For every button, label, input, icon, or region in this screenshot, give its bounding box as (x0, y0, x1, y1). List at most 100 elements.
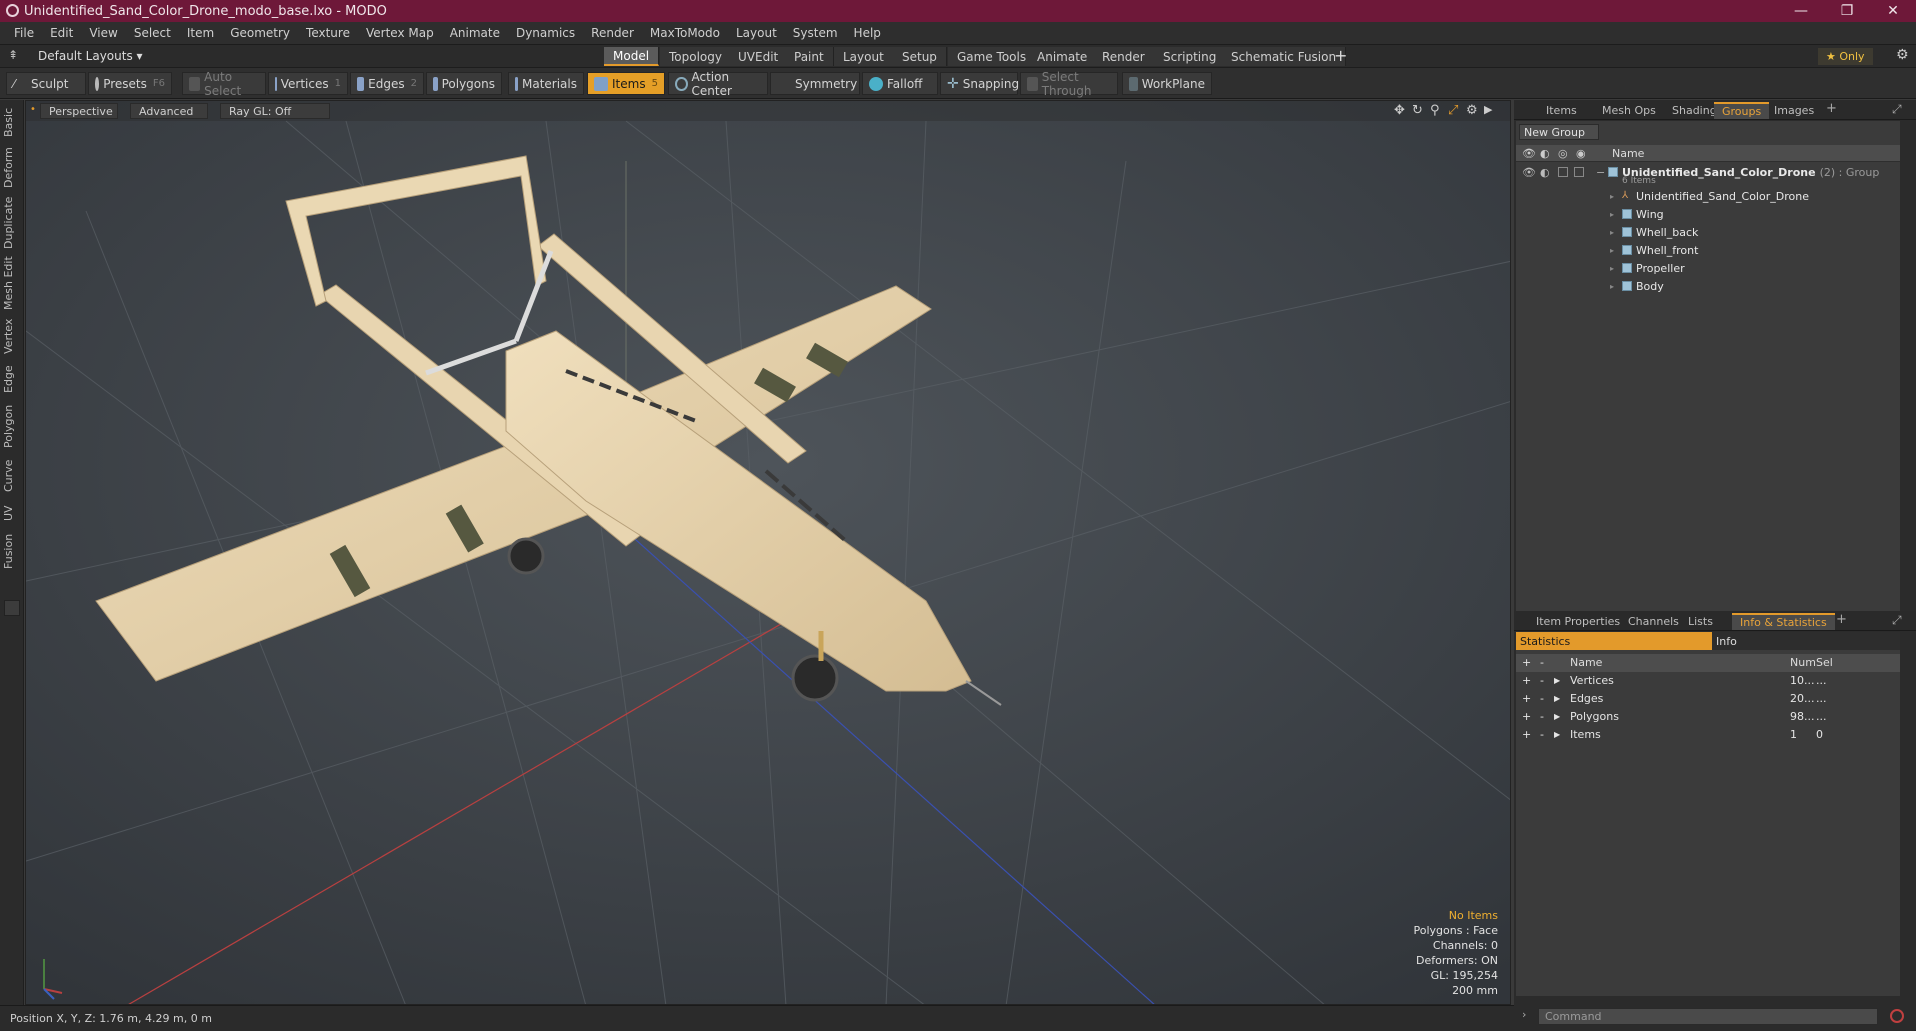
auto-select-button[interactable]: Auto Select (182, 70, 266, 98)
tab-topology[interactable]: Topology (660, 47, 732, 66)
add-info-tab-icon[interactable]: + (1836, 612, 1847, 627)
menu-file[interactable]: File (6, 26, 42, 40)
expand-arrow-icon[interactable]: ▶ (1554, 730, 1560, 739)
expand-arrow-icon[interactable]: ▶ (1554, 694, 1560, 703)
menu-help[interactable]: Help (846, 26, 889, 40)
tab-groups[interactable]: Groups (1714, 102, 1770, 119)
menu-edit[interactable]: Edit (42, 26, 81, 40)
remove-icon[interactable]: - (1540, 674, 1544, 687)
materials-button[interactable]: Materials (508, 72, 584, 95)
tab-lists[interactable]: Lists (1680, 613, 1721, 630)
menu-dynamics[interactable]: Dynamics (508, 26, 583, 40)
menu-texture[interactable]: Texture (298, 26, 358, 40)
edges-button[interactable]: Edges 2 (350, 72, 424, 95)
tab-game-tools[interactable]: Game Tools (948, 47, 1037, 66)
tab-schematic-fusion[interactable]: Schematic Fusion (1222, 47, 1347, 66)
items-button[interactable]: Items 5 (587, 72, 665, 95)
collapse-all-icon[interactable]: - (1540, 656, 1544, 669)
action-center-button[interactable]: Action Center (668, 70, 768, 98)
tab-scripting[interactable]: Scripting (1154, 47, 1227, 66)
perspective-dropdown[interactable]: Perspective (40, 103, 118, 119)
symmetry-button[interactable]: Symmetry (770, 72, 860, 95)
info-panel-expand-icon[interactable]: ⤢ (1892, 613, 1902, 628)
menu-vertex-map[interactable]: Vertex Map (358, 26, 442, 40)
expand-all-icon[interactable]: + (1522, 656, 1531, 669)
menu-maxtomodo[interactable]: MaxToModo (642, 26, 728, 40)
tab-animate[interactable]: Animate (1028, 47, 1098, 66)
tree-item[interactable]: ▸ ⅄ Unidentified_Sand_Color_Drone (1516, 187, 1900, 205)
gear-icon[interactable]: ⚙ (1896, 47, 1909, 63)
vtab-duplicate[interactable]: Duplicate (2, 196, 22, 250)
menu-geometry[interactable]: Geometry (222, 26, 298, 40)
tab-images[interactable]: Images (1766, 102, 1822, 119)
add-icon[interactable]: + (1522, 710, 1531, 723)
vtab-edge[interactable]: Edge (2, 362, 22, 396)
tab-item-properties[interactable]: Item Properties (1528, 613, 1628, 630)
snapping-button[interactable]: ✛ Snapping (940, 72, 1019, 95)
record-icon[interactable] (1890, 1009, 1904, 1023)
viewport-more-icon[interactable]: ▶ (1484, 103, 1492, 116)
layout-expand-icon[interactable]: ⇞ (8, 48, 18, 62)
add-icon[interactable]: + (1522, 692, 1531, 705)
vtab-curve[interactable]: Curve (2, 456, 22, 496)
stat-row[interactable]: + - ▶ Vertices 10... ... (1516, 672, 1900, 690)
expand-arrow-icon[interactable]: ▶ (1554, 712, 1560, 721)
remove-icon[interactable]: - (1540, 692, 1544, 705)
tree-item[interactable]: ▸ Body (1516, 277, 1900, 295)
menu-system[interactable]: System (785, 26, 846, 40)
render-column-icon[interactable]: ◐ (1540, 147, 1550, 160)
vtab-basic[interactable]: Basic (2, 104, 22, 140)
close-button[interactable]: ✕ (1870, 0, 1916, 22)
tree-item[interactable]: ▸ Whell_back (1516, 223, 1900, 241)
vtab-polygon[interactable]: Polygon (2, 402, 22, 450)
tab-uvedit[interactable]: UVEdit (729, 47, 789, 66)
new-group-button[interactable]: New Group (1519, 124, 1599, 140)
tab-items[interactable]: Items (1538, 102, 1585, 119)
tab-setup[interactable]: Setup (893, 47, 947, 66)
vtab-mesh-edit[interactable]: Mesh Edit (2, 256, 22, 310)
select-through-button[interactable]: Select Through (1020, 70, 1118, 98)
add-panel-tab-icon[interactable]: + (1826, 101, 1837, 116)
vtab-vertex[interactable]: Vertex (2, 316, 22, 356)
visibility-column-icon[interactable]: 👁 (1522, 147, 1536, 160)
remove-icon[interactable]: - (1540, 728, 1544, 741)
presets-button[interactable]: Presets F6 (88, 72, 172, 95)
tab-mesh-ops[interactable]: Mesh Ops (1594, 102, 1664, 119)
tab-render[interactable]: Render (1093, 47, 1155, 66)
tab-channels[interactable]: Channels (1620, 613, 1687, 630)
falloff-button[interactable]: Falloff (862, 72, 938, 95)
panel-expand-icon[interactable]: ⤢ (1892, 102, 1902, 117)
menu-item[interactable]: Item (179, 26, 222, 40)
statistics-tab[interactable]: Statistics (1516, 632, 1712, 650)
tab-paint[interactable]: Paint (785, 47, 834, 66)
add-tab-icon[interactable]: + (1334, 46, 1347, 65)
vtab-uv[interactable]: UV (2, 502, 22, 524)
viewport-menu-icon[interactable]: • (30, 104, 36, 115)
select-column-icon[interactable]: ◉ (1576, 147, 1586, 160)
vtab-fusion[interactable]: Fusion (2, 530, 22, 572)
workplane-button[interactable]: WorkPlane (1122, 72, 1212, 95)
menu-select[interactable]: Select (126, 26, 179, 40)
advanced-dropdown[interactable]: Advanced (130, 103, 208, 119)
zoom-icon[interactable]: ⚲ (1430, 103, 1440, 118)
only-toggle[interactable]: ★ Only (1818, 48, 1873, 65)
tab-model[interactable]: Model (604, 47, 660, 66)
stat-row[interactable]: + - ▶ Items 1 0 (1516, 726, 1900, 744)
menu-view[interactable]: View (81, 26, 125, 40)
tab-options-icon[interactable] (4, 600, 20, 616)
add-icon[interactable]: + (1522, 728, 1531, 741)
stat-row[interactable]: + - ▶ Polygons 98... ... (1516, 708, 1900, 726)
menu-render[interactable]: Render (583, 26, 642, 40)
default-layouts-dropdown[interactable]: Default Layouts ▾ (38, 49, 143, 63)
remove-icon[interactable]: - (1540, 710, 1544, 723)
tab-layout[interactable]: Layout (834, 47, 894, 66)
rotate-icon[interactable]: ↻ (1412, 103, 1423, 118)
command-input[interactable]: Command (1538, 1008, 1878, 1025)
viewport-settings-icon[interactable]: ⚙ (1466, 103, 1478, 118)
add-icon[interactable]: + (1522, 674, 1531, 687)
sculpt-button[interactable]: ⁄ Sculpt (6, 72, 86, 95)
stat-row[interactable]: + - ▶ Edges 20... ... (1516, 690, 1900, 708)
lock-column-icon[interactable]: ◎ (1558, 147, 1568, 160)
3d-viewport[interactable]: • Perspective Advanced Ray GL: Off ✥ ↻ ⚲… (25, 100, 1511, 1005)
vtab-deform[interactable]: Deform (2, 146, 22, 190)
